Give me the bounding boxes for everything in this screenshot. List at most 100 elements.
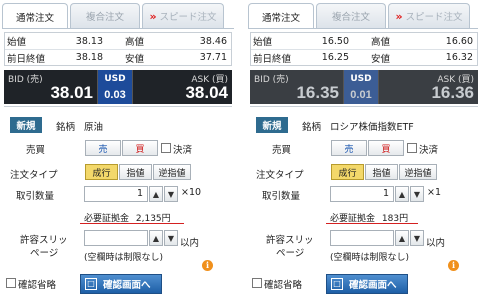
triangle-down-icon: ▼ [413,233,421,243]
buy-button[interactable]: 買 [368,140,404,156]
sell-button[interactable]: 売 [85,140,121,156]
triangle-up-icon: ▲ [152,189,160,199]
info-row: 始値 38.13 高値 38.46 [5,33,231,49]
high-value: 38.46 [199,35,227,47]
order-tabs: 通常注文 複合注文 » スピード注文 [248,3,478,29]
stop-order-button[interactable]: 逆指値 [399,164,437,180]
open-label: 始値 [7,37,27,48]
buy-button[interactable]: 買 [122,140,158,156]
bid-price: 16.35 [296,83,339,102]
slippage-down-button[interactable]: ▼ [164,230,178,246]
currency-label: USD [104,74,126,84]
side-label: 売買 [272,145,292,156]
slippage-label-2: ページ [30,248,59,259]
order-tabs: 通常注文 複合注文 » スピード注文 [2,3,234,29]
market-order-button[interactable]: 成行 [85,164,118,180]
settle-label: 決済 [419,145,439,156]
tab-speed-order[interactable]: » スピード注文 [142,3,224,28]
low-value: 37.71 [199,52,227,63]
quantity-label: 取引数量 [16,191,55,202]
tab-normal-order[interactable]: 通常注文 [2,3,68,29]
new-order-badge: 新規 [10,117,42,133]
open-value: 16.50 [321,35,349,47]
confirm-button[interactable]: □ 確認画面へ [326,274,408,294]
double-chevron-icon: » [395,9,403,23]
triangle-up-icon: ▲ [398,233,406,243]
spread-value: 0.01 [350,89,372,101]
tab-speed-order[interactable]: » スピード注文 [388,3,470,28]
ask-box[interactable]: ASK (買) 38.04 [132,70,232,104]
divider [4,106,232,107]
quote-board: BID (売) 38.01 USD 0.03 ASK (買) 38.04 [4,70,232,104]
confirm-button-label: 確認画面へ [103,280,151,291]
settle-checkbox[interactable] [161,143,171,153]
divider [250,106,478,107]
info-icon[interactable]: i [448,260,459,271]
bid-price: 38.01 [50,83,93,102]
order-panel-left: 通常注文 複合注文 » スピード注文 始値 38.13 高値 38.46 前日終値… [0,0,235,306]
order-type-label: 注文タイプ [10,170,58,181]
ask-price: 38.04 [185,83,228,102]
limit-order-button[interactable]: 指値 [365,164,398,180]
quantity-up-button[interactable]: ▲ [149,186,163,202]
slippage-label: 許容スリッ [266,235,314,246]
settle-checkbox[interactable] [407,143,417,153]
triangle-up-icon: ▲ [152,233,160,243]
ask-box[interactable]: ASK (買) 16.36 [378,70,478,104]
quantity-multiplier: ×10 [181,187,202,198]
tab-speed-label: スピード注文 [159,12,217,23]
low-label: 安値 [371,53,391,65]
bid-box[interactable]: BID (売) 38.01 [4,70,98,104]
slippage-label-2: ページ [276,248,305,259]
info-icon[interactable]: i [202,260,213,271]
symbol-value: ロシア株価指数ETF [330,122,414,133]
tab-normal-order[interactable]: 通常注文 [248,3,314,29]
symbol-label: 銘柄 [56,122,76,133]
open-value: 38.13 [75,35,103,47]
tab-compound-order[interactable]: 複合注文 [70,3,140,28]
triangle-down-icon: ▼ [413,189,421,199]
symbol-label: 銘柄 [302,122,322,133]
tab-compound-order[interactable]: 複合注文 [316,3,386,28]
slippage-down-button[interactable]: ▼ [410,230,424,246]
quantity-up-button[interactable]: ▲ [395,186,409,202]
bid-box[interactable]: BID (売) 16.35 [250,70,344,104]
skip-confirm-checkbox[interactable] [252,278,262,288]
high-label: 高値 [371,37,391,48]
quantity-down-button[interactable]: ▼ [164,186,178,202]
currency-label: USD [350,74,372,84]
square-icon: □ [331,278,343,290]
limit-order-button[interactable]: 指値 [119,164,152,180]
skip-confirm-label: 確認省略 [264,280,303,291]
skip-confirm-label: 確認省略 [18,280,57,291]
info-row: 前日終値 16.25 安値 16.32 [251,49,477,65]
market-order-button[interactable]: 成行 [331,164,364,180]
high-value: 16.60 [445,35,473,47]
tab-speed-label: スピード注文 [405,12,463,23]
double-chevron-icon: » [149,9,157,23]
quantity-down-button[interactable]: ▼ [410,186,424,202]
triangle-down-icon: ▼ [167,233,175,243]
tab-divider [2,28,234,29]
info-row: 前日終値 38.18 安値 37.71 [5,49,231,65]
quantity-input[interactable]: 1 [330,186,394,202]
spread-box: USD 0.03 [98,70,132,104]
slippage-input[interactable] [84,230,148,246]
confirm-button[interactable]: □ 確認画面へ [80,274,162,294]
slippage-note: (空欄時は制限なし) [84,253,164,263]
quantity-input[interactable]: 1 [84,186,148,202]
low-value: 16.32 [445,52,473,63]
stop-order-button[interactable]: 逆指値 [153,164,191,180]
slippage-input[interactable] [330,230,394,246]
prev-close-label: 前日終値 [7,53,46,65]
sell-button[interactable]: 売 [331,140,367,156]
prev-close-value: 16.25 [321,52,349,63]
spread-value: 0.03 [104,89,126,101]
slippage-up-button[interactable]: ▲ [149,230,163,246]
low-label: 安値 [125,53,145,65]
skip-confirm-checkbox[interactable] [6,278,16,288]
price-info-table: 始値 38.13 高値 38.46 前日終値 38.18 安値 37.71 [4,32,232,66]
slippage-up-button[interactable]: ▲ [395,230,409,246]
side-label: 売買 [26,145,46,156]
settle-label: 決済 [173,145,193,156]
